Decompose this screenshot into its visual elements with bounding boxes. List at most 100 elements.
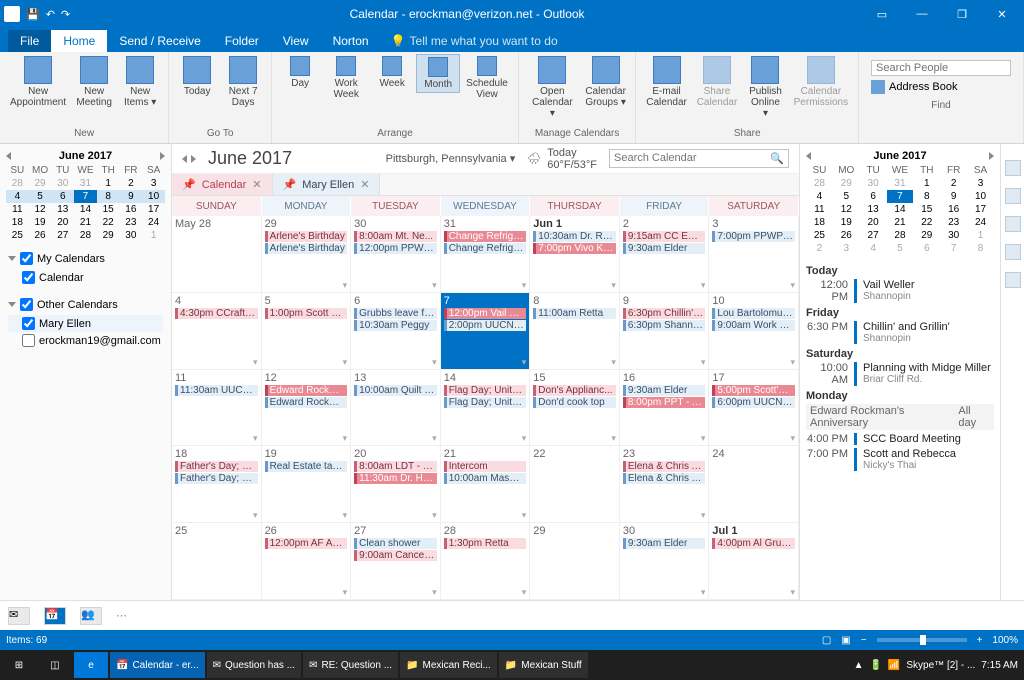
- caltab-maryellen[interactable]: 📌Mary Ellen✕: [273, 174, 381, 195]
- event-item[interactable]: Father's Day; U...: [175, 461, 258, 472]
- more-events-icon[interactable]: ▾: [790, 280, 795, 291]
- more-events-icon[interactable]: ▾: [432, 433, 437, 444]
- taskbar-item[interactable]: 📅Calendar - er...: [110, 652, 205, 678]
- day-cell[interactable]: 281:30pm Retta▾: [441, 523, 531, 600]
- qat-undo-icon[interactable]: ↶: [46, 8, 55, 21]
- calendar-nav-button[interactable]: 📅: [44, 607, 66, 625]
- day-cell[interactable]: Jul 14:00pm Al Grubbs - 80th Birthday Ce…: [709, 523, 799, 600]
- more-events-icon[interactable]: ▾: [611, 280, 616, 291]
- more-events-icon[interactable]: ▾: [522, 357, 527, 368]
- peek-icon[interactable]: [1005, 272, 1021, 288]
- tray-icon[interactable]: ▲: [854, 660, 864, 671]
- tab-file[interactable]: File: [8, 30, 51, 52]
- calendar-item-calendar[interactable]: Calendar: [8, 269, 163, 286]
- day-cell[interactable]: 31Change Refrige...Change Refrige...▾: [441, 216, 531, 293]
- more-events-icon[interactable]: ▾: [253, 433, 258, 444]
- minimize-button[interactable]: —: [904, 4, 940, 24]
- peek-icon[interactable]: [1005, 188, 1021, 204]
- peek-icon[interactable]: [1005, 216, 1021, 232]
- event-item[interactable]: Don's Applianc...: [533, 385, 616, 396]
- event-item[interactable]: Elena & Chris A...: [623, 473, 706, 484]
- zoom-out-button[interactable]: −: [861, 635, 867, 646]
- calendar-permissions-button[interactable]: Calendar Permissions: [790, 54, 852, 110]
- month-button[interactable]: Month: [416, 54, 460, 93]
- event-item[interactable]: 10:00am Mason...: [444, 473, 527, 484]
- day-button[interactable]: Day: [278, 54, 322, 91]
- agenda-allday[interactable]: Edward Rockman's AnniversaryAll day: [806, 404, 994, 430]
- more-events-icon[interactable]: ▾: [343, 357, 348, 368]
- agenda-item[interactable]: 4:00 PMSCC Board Meeting: [806, 433, 994, 445]
- event-item[interactable]: 9:30am Elder: [623, 385, 706, 396]
- day-cell[interactable]: 14Flag Day; Unite...Flag Day; Unite...▾: [441, 370, 531, 447]
- mail-nav-button[interactable]: ✉: [8, 607, 30, 625]
- open-calendar-button[interactable]: Open Calendar ▾: [525, 54, 580, 121]
- day-cell[interactable]: 29: [530, 523, 620, 600]
- more-events-icon[interactable]: ▾: [522, 280, 527, 291]
- day-cell[interactable]: 19Real Estate taxes▾: [262, 446, 352, 523]
- close-icon[interactable]: ✕: [252, 178, 261, 191]
- event-item[interactable]: Change Refrige...: [444, 231, 527, 242]
- more-events-icon[interactable]: ▾: [432, 587, 437, 598]
- event-item[interactable]: Clean shower: [354, 538, 437, 549]
- workweek-button[interactable]: Work Week: [324, 54, 368, 102]
- taskbar-item[interactable]: ✉Question has ...: [207, 652, 301, 678]
- event-item[interactable]: 11:30am UUCNH grocery cards: [175, 385, 258, 396]
- event-item[interactable]: 9:30am Elder: [623, 538, 706, 549]
- close-button[interactable]: ✕: [984, 4, 1020, 24]
- more-events-icon[interactable]: ▾: [790, 357, 795, 368]
- search-people-input[interactable]: [871, 60, 1011, 76]
- event-item[interactable]: Arlene's Birthday: [265, 243, 348, 254]
- zoom-in-button[interactable]: +: [977, 635, 983, 646]
- ribbon-options-icon[interactable]: ▭: [864, 4, 900, 24]
- week-button[interactable]: Week: [370, 54, 414, 91]
- peek-icon[interactable]: [1005, 160, 1021, 176]
- day-cell[interactable]: 21Intercom10:00am Mason...▾: [441, 446, 531, 523]
- day-cell[interactable]: May 28: [172, 216, 262, 293]
- event-item[interactable]: 4:00pm Al Grubbs - 80th Birthday Celebr.…: [712, 538, 795, 549]
- event-item[interactable]: 10:30am Peggy: [354, 320, 437, 331]
- event-item[interactable]: 10:30am Dr. Ro...: [533, 231, 616, 242]
- weather-widget[interactable]: 🌧 Today60°F/53°F: [527, 147, 597, 171]
- tab-send-receive[interactable]: Send / Receive: [107, 30, 212, 52]
- tab-view[interactable]: View: [271, 30, 321, 52]
- mycals-checkbox[interactable]: [20, 252, 33, 265]
- more-events-icon[interactable]: ▾: [522, 510, 527, 521]
- event-item[interactable]: 9:30am Elder: [623, 243, 706, 254]
- event-item[interactable]: 9:15am CC EC ...: [623, 231, 706, 242]
- caltab-calendar[interactable]: 📌Calendar✕: [172, 174, 273, 195]
- close-icon[interactable]: ✕: [360, 178, 369, 191]
- day-cell[interactable]: 27Clean shower9:00am Cancele...▾: [351, 523, 441, 600]
- event-item[interactable]: 8:00am LDT - Br...: [354, 461, 437, 472]
- day-cell[interactable]: 208:00am LDT - Br...11:30am Dr. Ha...▾: [351, 446, 441, 523]
- qat-save-icon[interactable]: 💾: [26, 8, 40, 21]
- nav-more-button[interactable]: ⋯: [116, 609, 127, 622]
- more-events-icon[interactable]: ▾: [790, 587, 795, 598]
- mini-calendar-left[interactable]: June 2017 SUMOTUWETHFRSA 28293031123 456…: [0, 144, 171, 246]
- new-meeting-button[interactable]: New Meeting: [72, 54, 116, 110]
- address-book-button[interactable]: Address Book: [871, 80, 1011, 94]
- more-events-icon[interactable]: ▾: [701, 587, 706, 598]
- event-item[interactable]: Edward Rockma...: [265, 385, 348, 396]
- event-item[interactable]: 4:30pm CCraft Board Social; 60 Longue Vu…: [175, 308, 258, 319]
- event-item[interactable]: Flag Day; Unite...: [444, 397, 527, 408]
- share-calendar-button[interactable]: Share Calendar: [693, 54, 741, 110]
- tray-icon[interactable]: 🔋: [869, 660, 881, 671]
- people-nav-button[interactable]: 👥: [80, 607, 102, 625]
- next-period-icon[interactable]: [191, 155, 196, 163]
- event-item[interactable]: 8:00am Mt. Ne...: [354, 231, 437, 242]
- event-item[interactable]: 2:00pm UUCNH...: [444, 320, 527, 331]
- event-item[interactable]: 6:30pm Chillin' ...: [623, 308, 706, 319]
- day-cell[interactable]: Jun 110:30am Dr. Ro...7:00pm Vivo Kit...…: [530, 216, 620, 293]
- event-item[interactable]: 12:00pm Vail W...: [444, 308, 527, 319]
- month-grid[interactable]: SUNDAYMONDAYTUESDAYWEDNESDAYTHURSDAYFRID…: [172, 196, 799, 600]
- day-cell[interactable]: 22: [530, 446, 620, 523]
- more-events-icon[interactable]: ▾: [701, 357, 706, 368]
- day-cell[interactable]: 96:30pm Chillin' ...6:30pm Shanno...▾: [620, 293, 710, 370]
- search-calendar-input[interactable]: [614, 152, 764, 164]
- zoom-slider[interactable]: [877, 638, 967, 642]
- event-item[interactable]: Edward Rockma...: [265, 397, 348, 408]
- maximize-button[interactable]: ❐: [944, 4, 980, 24]
- more-events-icon[interactable]: ▾: [343, 587, 348, 598]
- location-label[interactable]: Pittsburgh, Pennsylvania ▾: [386, 152, 516, 165]
- event-item[interactable]: 9:00am Cancele...: [354, 550, 437, 561]
